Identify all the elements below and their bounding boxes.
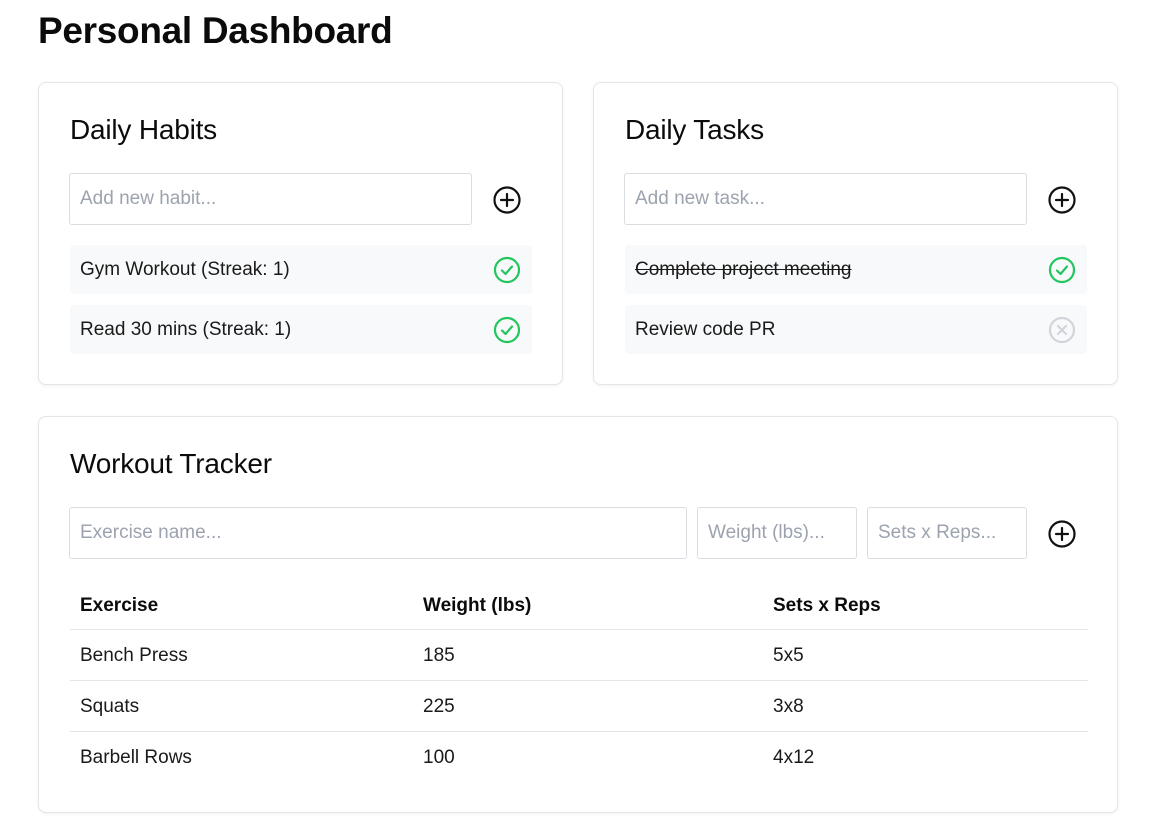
habit-complete-toggle[interactable]: [492, 255, 522, 285]
add-task-button[interactable]: [1046, 184, 1078, 216]
table-row: Squats 225 3x8: [70, 681, 1088, 732]
habit-complete-toggle[interactable]: [492, 315, 522, 345]
exercise-cell: Barbell Rows: [80, 747, 192, 768]
weight-input[interactable]: [697, 507, 857, 559]
add-habit-button[interactable]: [491, 184, 523, 216]
check-circle-icon: [1048, 256, 1076, 284]
task-item: Review code PR: [625, 305, 1087, 354]
daily-tasks-title: Daily Tasks: [625, 114, 764, 145]
column-header-weight: Weight (lbs): [423, 595, 532, 616]
task-complete-toggle[interactable]: [1047, 315, 1077, 345]
check-circle-icon: [493, 316, 521, 344]
task-label: Review code PR: [635, 319, 776, 340]
workout-table: Exercise Weight (lbs) Sets x Reps Bench …: [70, 581, 1088, 783]
exercise-name-input[interactable]: [69, 507, 687, 559]
habit-item: Gym Workout (Streak: 1): [70, 245, 532, 294]
habit-label: Read 30 mins (Streak: 1): [80, 319, 292, 340]
habit-item: Read 30 mins (Streak: 1): [70, 305, 532, 354]
plus-circle-icon: [493, 186, 521, 214]
daily-habits-card: Daily Habits Gym Workout (Streak: 1) Rea…: [38, 82, 563, 385]
page-title: Personal Dashboard: [38, 10, 393, 51]
exercise-cell: Bench Press: [80, 645, 188, 666]
add-habit-input[interactable]: [69, 173, 472, 225]
check-circle-icon: [493, 256, 521, 284]
plus-circle-icon: [1048, 520, 1076, 548]
add-exercise-button[interactable]: [1046, 518, 1078, 550]
weight-cell: 185: [423, 645, 455, 666]
column-header-exercise: Exercise: [80, 595, 159, 616]
x-circle-icon: [1048, 316, 1076, 344]
weight-cell: 100: [423, 747, 455, 768]
workout-tracker-title: Workout Tracker: [70, 448, 272, 479]
sets-reps-cell: 3x8: [773, 696, 804, 717]
table-row: Bench Press 185 5x5: [70, 630, 1088, 681]
column-header-sets-reps: Sets x Reps: [773, 595, 881, 616]
daily-habits-title: Daily Habits: [70, 114, 217, 145]
sets-reps-cell: 4x12: [773, 747, 815, 768]
habit-label: Gym Workout (Streak: 1): [80, 259, 290, 280]
task-item: Complete project meeting: [625, 245, 1087, 294]
workout-tracker-card: Workout Tracker Exercise Weight (lbs) Se…: [38, 416, 1118, 813]
sets-reps-input[interactable]: [867, 507, 1027, 559]
table-row: Barbell Rows 100 4x12: [70, 732, 1088, 783]
add-task-input[interactable]: [624, 173, 1027, 225]
weight-cell: 225: [423, 696, 455, 717]
plus-circle-icon: [1048, 186, 1076, 214]
task-label: Complete project meeting: [635, 259, 852, 280]
exercise-cell: Squats: [80, 696, 140, 717]
sets-reps-cell: 5x5: [773, 645, 804, 666]
task-complete-toggle[interactable]: [1047, 255, 1077, 285]
table-header-row: Exercise Weight (lbs) Sets x Reps: [70, 581, 1088, 630]
daily-tasks-card: Daily Tasks Complete project meeting Rev…: [593, 82, 1118, 385]
